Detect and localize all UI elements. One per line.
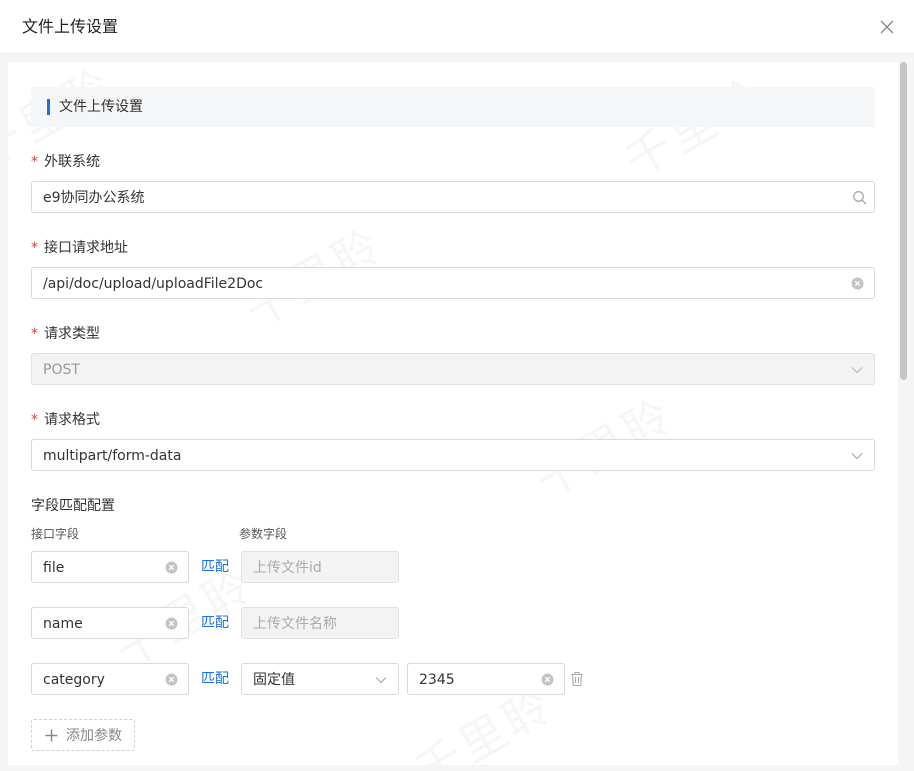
dialog-body: 千里聆 千里聆 千里聆 千里聆 千里聆 千里聆 文件上传设置 *外联系统 e9协…: [8, 62, 898, 765]
required-mark: *: [31, 412, 38, 428]
external-system-input[interactable]: e9协同办公系统: [31, 181, 875, 213]
request-format-label: * 请求格式: [31, 411, 100, 429]
clear-circle-icon[interactable]: [165, 561, 178, 574]
external-system-value: e9协同办公系统: [43, 190, 145, 206]
param-value-input[interactable]: 2345: [407, 663, 565, 695]
request-type-label-text: 请求类型: [44, 326, 100, 342]
request-type-select: POST: [31, 353, 875, 385]
api-address-label: * 接口请求地址: [31, 239, 128, 257]
column-header-param-field: 参数字段: [239, 527, 288, 541]
interface-field-value: file: [43, 560, 65, 576]
chevron-down-icon: [851, 367, 863, 374]
clear-circle-icon[interactable]: [541, 673, 554, 686]
param-field-placeholder: 上传文件id: [253, 560, 322, 576]
interface-field-input[interactable]: file: [31, 551, 189, 583]
chevron-down-icon: [375, 677, 387, 684]
close-icon: [880, 20, 894, 34]
param-type-value: 固定值: [253, 672, 295, 688]
interface-field-input[interactable]: category: [31, 663, 189, 695]
scrollbar[interactable]: [900, 62, 907, 765]
add-param-button[interactable]: 添加参数: [31, 719, 135, 751]
param-type-select[interactable]: 固定值: [241, 663, 399, 695]
request-type-value: POST: [43, 362, 80, 378]
dialog-header: 文件上传设置: [0, 0, 914, 54]
match-link[interactable]: 匹配: [201, 558, 229, 576]
search-icon[interactable]: [852, 190, 868, 206]
clear-circle-icon[interactable]: [165, 617, 178, 630]
api-address-value: /api/doc/upload/uploadFile2Doc: [43, 276, 264, 292]
request-format-value: multipart/form-data: [43, 448, 182, 464]
request-format-select[interactable]: multipart/form-data: [31, 439, 875, 471]
close-button[interactable]: [876, 16, 898, 38]
required-mark: *: [31, 326, 38, 342]
request-type-label: * 请求类型: [31, 325, 100, 343]
param-value-text: 2345: [419, 672, 455, 688]
column-header-interface-field: 接口字段: [31, 527, 80, 541]
field-mapping-title: 字段匹配配置: [31, 498, 115, 514]
scrollbar-thumb[interactable]: [900, 62, 907, 380]
plus-icon: [45, 729, 58, 742]
section-header: 文件上传设置: [31, 87, 875, 127]
trash-icon[interactable]: [570, 671, 584, 687]
required-mark: *: [31, 154, 38, 170]
external-system-label: * 外联系统: [31, 153, 100, 171]
api-address-label-text: 接口请求地址: [44, 240, 128, 256]
interface-field-value: name: [43, 616, 83, 632]
api-address-input[interactable]: /api/doc/upload/uploadFile2Doc: [31, 267, 875, 299]
param-field-placeholder: 上传文件名称: [253, 616, 337, 632]
external-system-label-text: 外联系统: [44, 154, 100, 170]
dialog-title: 文件上传设置: [22, 17, 119, 36]
interface-field-input[interactable]: name: [31, 607, 189, 639]
interface-field-value: category: [43, 672, 105, 688]
request-format-label-text: 请求格式: [44, 412, 100, 428]
clear-circle-icon[interactable]: [165, 673, 178, 686]
param-field-input: 上传文件id: [241, 551, 399, 583]
section-title: 文件上传设置: [59, 99, 143, 115]
param-field-input: 上传文件名称: [241, 607, 399, 639]
file-upload-settings-dialog: 文件上传设置 千里聆 千里聆 千里聆 千里聆 千里聆 千里聆 文件上传设置 *外…: [0, 0, 914, 771]
add-param-label: 添加参数: [66, 728, 122, 744]
required-mark: *: [31, 240, 38, 256]
clear-circle-icon[interactable]: [851, 277, 864, 290]
match-link[interactable]: 匹配: [201, 614, 229, 632]
section-accent-bar: [47, 99, 50, 115]
chevron-down-icon: [851, 453, 863, 460]
match-link[interactable]: 匹配: [201, 670, 229, 688]
